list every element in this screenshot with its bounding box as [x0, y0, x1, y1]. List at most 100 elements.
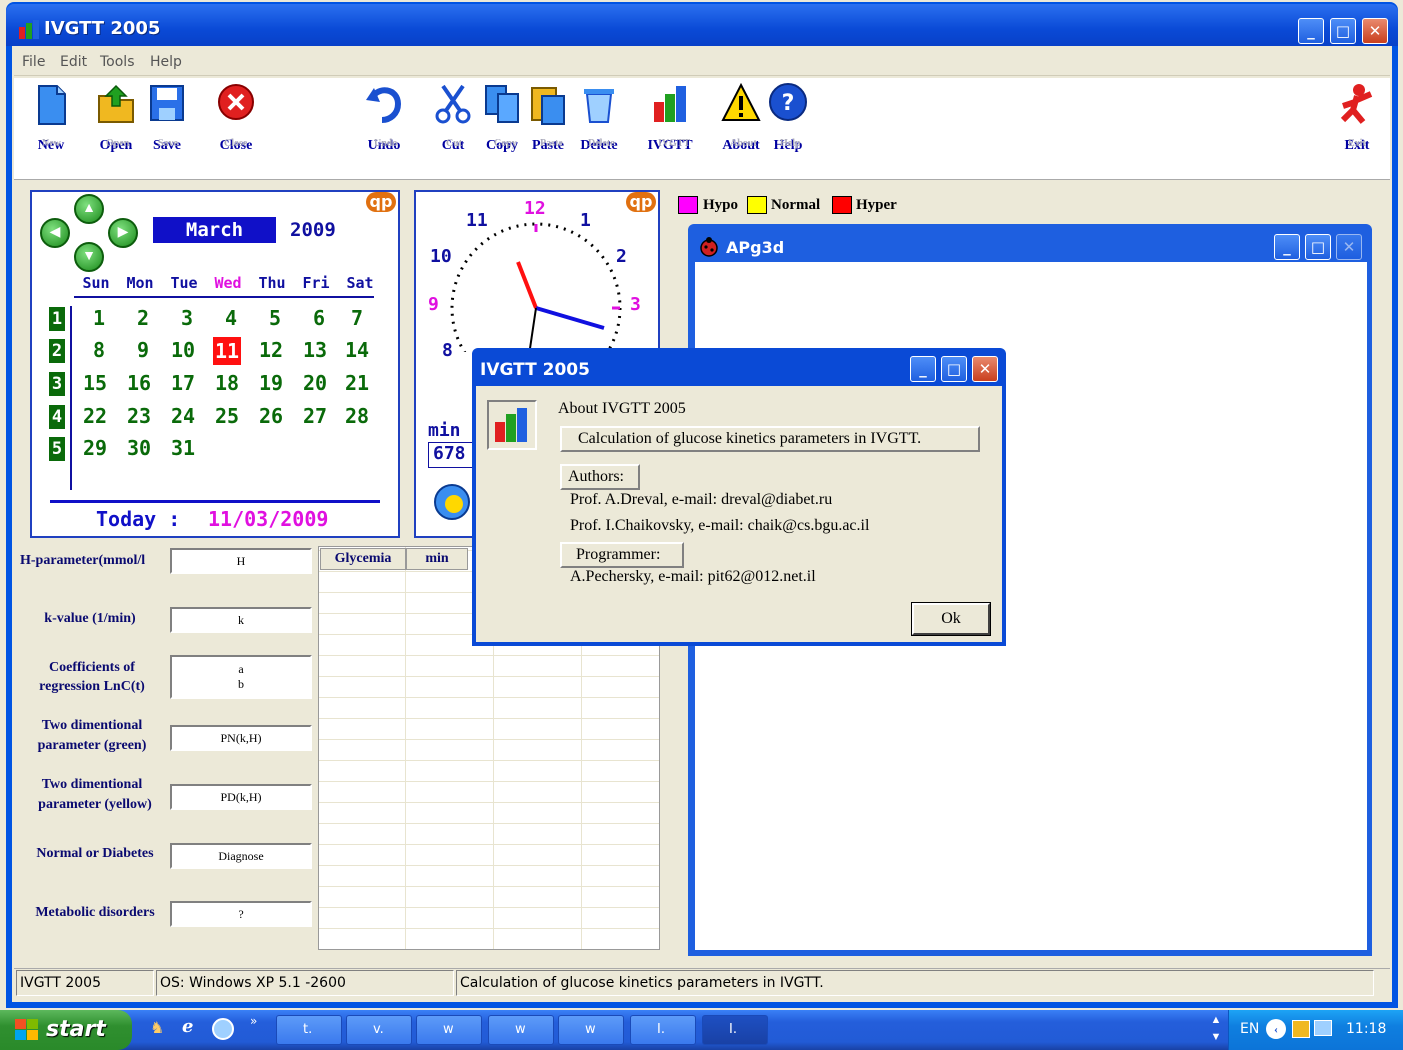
- taskbar-item[interactable]: w: [416, 1015, 482, 1045]
- calendar-day[interactable]: 12: [249, 336, 293, 364]
- apg3d-close-button[interactable]: ✕: [1336, 234, 1362, 260]
- taskbar-item[interactable]: w: [558, 1015, 624, 1045]
- tray-chevron-icon[interactable]: ‹: [1266, 1019, 1286, 1039]
- new-button[interactable]: New New: [28, 82, 74, 154]
- calendar-day[interactable]: 23: [117, 402, 161, 430]
- calendar-day[interactable]: 22: [73, 402, 117, 430]
- calendar-day[interactable]: 29: [73, 434, 117, 462]
- calendar-day[interactable]: 16: [117, 369, 161, 397]
- calendar-day[interactable]: 31: [161, 434, 205, 462]
- menu-help[interactable]: Help: [150, 54, 182, 70]
- exit-button[interactable]: Exit Exit: [1334, 82, 1380, 154]
- nav-down-button[interactable]: ▼: [74, 242, 104, 272]
- quicklaunch-people-icon[interactable]: ♞: [150, 1018, 168, 1040]
- nav-next-button[interactable]: ▶: [108, 218, 138, 248]
- calendar-day[interactable]: 26: [249, 402, 293, 430]
- calendar-day[interactable]: 27: [293, 402, 337, 430]
- calendar-day[interactable]: 14: [335, 336, 379, 364]
- menu-edit[interactable]: Edit: [60, 54, 87, 70]
- clock-number: 2: [616, 246, 627, 267]
- undo-button[interactable]: Undo Undo: [360, 82, 408, 154]
- grid-header-glycemia[interactable]: Glycemia: [320, 548, 406, 570]
- calendar-day[interactable]: 5: [253, 304, 297, 332]
- calendar-day[interactable]: 28: [335, 402, 379, 430]
- taskbar-scroll-icon[interactable]: ▲ ▼: [1208, 1012, 1224, 1048]
- cut-ghost-label: Cut: [446, 138, 463, 149]
- open-button[interactable]: Open Open: [92, 82, 140, 154]
- dialog-maximize-button[interactable]: □: [941, 356, 967, 382]
- calendar-day[interactable]: 13: [293, 336, 337, 364]
- calendar-day[interactable]: 17: [161, 369, 205, 397]
- help-button[interactable]: ? Help Help: [766, 82, 810, 154]
- dialog-close-button[interactable]: ✕: [972, 356, 998, 382]
- calendar-day[interactable]: 25: [205, 402, 249, 430]
- about-button[interactable]: About About: [716, 82, 766, 154]
- legend-hyper: Hyper: [856, 197, 897, 213]
- week-number: 2: [49, 339, 65, 363]
- paste-button[interactable]: Paste Paste: [526, 82, 570, 154]
- min-value-field[interactable]: 678: [428, 442, 478, 468]
- taskbar-item[interactable]: v.: [346, 1015, 412, 1045]
- menu-bar: [14, 48, 1390, 76]
- close-window-button[interactable]: ✕: [1362, 18, 1388, 44]
- calendar-day[interactable]: 19: [249, 369, 293, 397]
- pn-field[interactable]: PN(k,H): [170, 725, 312, 751]
- quicklaunch-expand-icon[interactable]: »: [250, 1014, 257, 1028]
- taskbar-item[interactable]: t.: [276, 1015, 342, 1045]
- calendar-day[interactable]: 30: [117, 434, 161, 462]
- apg3d-minimize-button[interactable]: _: [1274, 234, 1300, 260]
- taskbar-item[interactable]: I.: [630, 1015, 696, 1045]
- calendar-day[interactable]: 9: [121, 336, 165, 364]
- calendar-day[interactable]: 10: [161, 336, 205, 364]
- ivgtt-button[interactable]: IVGTT IVGTT: [644, 82, 696, 154]
- month-label[interactable]: March: [153, 217, 276, 243]
- ok-button[interactable]: Ok: [911, 602, 991, 636]
- calendar-day[interactable]: 7: [335, 304, 379, 332]
- grid-header-min[interactable]: min: [406, 548, 468, 570]
- close-button[interactable]: Close Close: [210, 82, 262, 154]
- new-file-icon: [38, 85, 66, 125]
- taskbar-item[interactable]: w: [488, 1015, 554, 1045]
- cut-button[interactable]: Cut Cut: [432, 82, 474, 154]
- delete-button[interactable]: Delete Delete: [574, 82, 624, 154]
- calendar-day[interactable]: 15: [73, 369, 117, 397]
- calendar-day[interactable]: 4: [209, 304, 253, 332]
- language-indicator[interactable]: EN: [1240, 1021, 1259, 1037]
- calendar-day[interactable]: 3: [165, 304, 209, 332]
- taskbar-item-active[interactable]: I.: [702, 1015, 768, 1045]
- maximize-button[interactable]: □: [1330, 18, 1356, 44]
- alarm-clock-icon[interactable]: [432, 482, 472, 522]
- quicklaunch-ie-icon[interactable]: e: [182, 1016, 204, 1038]
- calendar-day-selected[interactable]: 11: [213, 337, 241, 365]
- calendar-day[interactable]: 1: [77, 304, 121, 332]
- tray-app-icon[interactable]: [1292, 1020, 1310, 1038]
- calendar-day[interactable]: 20: [293, 369, 337, 397]
- calendar-day[interactable]: 18: [205, 369, 249, 397]
- minimize-button[interactable]: _: [1298, 18, 1324, 44]
- app-icon: [19, 20, 39, 39]
- week-number: 5: [49, 437, 65, 461]
- title-bar[interactable]: [6, 4, 1398, 46]
- diagnose-field[interactable]: Diagnose: [170, 843, 312, 869]
- calendar-day[interactable]: 24: [161, 402, 205, 430]
- tray-network-icon[interactable]: [1314, 1020, 1332, 1036]
- nav-prev-button[interactable]: ◀: [40, 218, 70, 248]
- menu-tools[interactable]: Tools: [100, 54, 135, 70]
- pd-field[interactable]: PD(k,H): [170, 784, 312, 810]
- year-label[interactable]: 2009: [290, 219, 336, 241]
- h-param-field[interactable]: H: [170, 548, 312, 574]
- copy-button[interactable]: Copy Copy: [480, 82, 524, 154]
- nav-up-button[interactable]: ▲: [74, 194, 104, 224]
- menu-file[interactable]: File: [22, 54, 45, 70]
- quicklaunch-media-icon[interactable]: [212, 1018, 234, 1040]
- coef-field[interactable]: a b: [170, 655, 312, 699]
- save-button[interactable]: Save Save: [144, 82, 190, 154]
- calendar-day[interactable]: 21: [335, 369, 379, 397]
- k-value-field[interactable]: k: [170, 607, 312, 633]
- windows-logo-icon: [15, 1019, 38, 1040]
- calendar-day[interactable]: 8: [77, 336, 121, 364]
- metabolic-disorders-field[interactable]: ?: [170, 901, 312, 927]
- dialog-minimize-button[interactable]: _: [910, 356, 936, 382]
- calendar-day[interactable]: 2: [121, 304, 165, 332]
- apg3d-maximize-button[interactable]: □: [1305, 234, 1331, 260]
